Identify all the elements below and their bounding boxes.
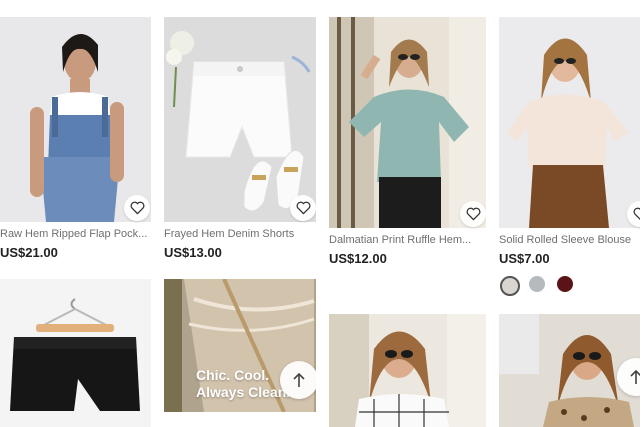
promo-line-1: Chic. Cool. (196, 367, 270, 383)
product-image[interactable] (164, 17, 316, 222)
product-title[interactable]: Solid Rolled Sleeve Blouse (499, 234, 640, 246)
product-image[interactable] (499, 17, 640, 228)
favorite-button[interactable] (460, 201, 486, 227)
heart-icon (130, 201, 144, 215)
heart-icon (466, 207, 480, 221)
product-title[interactable]: Dalmatian Print Ruffle Hem... (329, 234, 486, 246)
product-card[interactable]: Frayed Hem Denim Shorts US$13.00 (164, 17, 316, 262)
arrow-up-icon (293, 372, 305, 387)
product-card[interactable] (499, 314, 640, 427)
promo-banner[interactable]: Chic. Cool. Always Clean. (164, 279, 316, 412)
back-to-top-button[interactable] (280, 361, 316, 399)
product-card[interactable]: Dalmatian Print Ruffle Hem... US$12.00 (329, 17, 486, 267)
product-title[interactable]: Frayed Hem Denim Shorts (164, 228, 316, 240)
product-price: US$7.00 (499, 251, 550, 266)
product-title[interactable]: Raw Hem Ripped Flap Pock... (0, 228, 151, 240)
favorite-button[interactable] (290, 195, 316, 221)
product-image[interactable] (329, 17, 486, 228)
promo-line-2: Always Clean. (196, 384, 291, 400)
product-card[interactable] (0, 279, 151, 427)
product-card[interactable]: Solid Rolled Sleeve Blouse US$7.00 (499, 17, 640, 302)
product-price: US$12.00 (329, 251, 387, 266)
promo-text: Chic. Cool. Always Clean. (196, 367, 290, 401)
heart-icon (633, 207, 640, 221)
product-price: US$21.00 (0, 245, 58, 260)
product-price: US$13.00 (164, 245, 222, 260)
product-image[interactable] (0, 17, 151, 222)
color-swatch[interactable] (529, 276, 545, 292)
heart-icon (296, 201, 310, 215)
color-swatch[interactable] (557, 276, 573, 292)
product-card[interactable] (329, 314, 486, 427)
product-image[interactable] (0, 279, 151, 427)
color-swatch[interactable] (500, 276, 520, 296)
product-card[interactable]: Raw Hem Ripped Flap Pock... US$21.00 (0, 17, 151, 262)
favorite-button[interactable] (124, 195, 150, 221)
product-image[interactable] (329, 314, 486, 427)
arrow-up-icon (630, 369, 640, 384)
